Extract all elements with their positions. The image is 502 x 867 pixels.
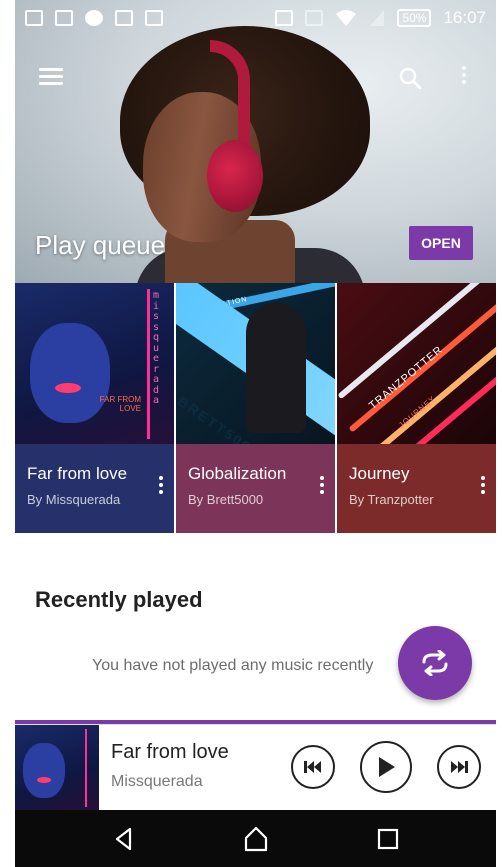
- album-title: Globalization: [188, 464, 287, 483]
- headphones-earcup: [207, 140, 263, 212]
- nfc-icon: [275, 10, 294, 26]
- skip-previous-icon: [304, 761, 321, 773]
- image-icon: [25, 10, 43, 26]
- play-queue-title: Play queue: [35, 230, 166, 260]
- status-bar: 50% 16:07: [15, 0, 496, 36]
- back-icon[interactable]: [111, 826, 137, 852]
- sim-icon: [305, 10, 324, 26]
- next-track-button[interactable]: [437, 745, 481, 789]
- album-title: Journey: [349, 464, 410, 483]
- search-icon[interactable]: [398, 66, 422, 90]
- info-icon: [85, 10, 103, 26]
- hamburger-menu-icon[interactable]: [39, 68, 63, 86]
- album-tile[interactable]: GLOBALIZATION BRETT5000 Globalization By…: [176, 283, 335, 533]
- album-art-subtitle: FAR FROM LOVE: [99, 395, 141, 413]
- album-tile[interactable]: TRANZPOTTER JOURNEY Journey By Tranzpott…: [337, 283, 496, 533]
- play-icon: [379, 757, 395, 777]
- album-more-icon[interactable]: [319, 476, 325, 498]
- album-more-icon[interactable]: [158, 476, 164, 498]
- mail-icon: [55, 10, 73, 26]
- signal-icon: [370, 10, 385, 26]
- battery-indicator: 50%: [397, 9, 432, 27]
- album-art-text: missquerada: [153, 290, 160, 406]
- clipboard-icon: [115, 10, 133, 26]
- now-playing-title: Far from love: [111, 741, 229, 763]
- album-art: missquerada FAR FROM LOVE: [15, 283, 174, 444]
- album-title: Far from love: [27, 464, 128, 483]
- play-queue-header[interactable]: 50% 16:07 Play queue OPEN: [15, 0, 496, 283]
- home-icon[interactable]: [243, 826, 269, 852]
- play-button[interactable]: [360, 741, 412, 793]
- app-toolbar: [15, 58, 496, 98]
- album-tile[interactable]: missquerada FAR FROM LOVE Far from love …: [15, 283, 174, 533]
- recently-played-empty-text: You have not played any music recently: [92, 657, 374, 674]
- recent-apps-icon[interactable]: [375, 826, 401, 852]
- album-more-icon[interactable]: [480, 476, 486, 498]
- system-navigation-bar: [15, 810, 496, 867]
- album-art: TRANZPOTTER JOURNEY: [337, 283, 496, 444]
- album-info: Journey By Tranzpotter: [337, 444, 496, 533]
- shuffle-icon: [422, 650, 448, 676]
- now-playing-artist: Missquerada: [111, 773, 203, 790]
- album-art-subtitle: JOURNEY: [397, 393, 438, 430]
- album-artist: By Missquerada: [27, 492, 121, 507]
- album-grid: missquerada FAR FROM LOVE Far from love …: [15, 283, 496, 533]
- overflow-menu-icon[interactable]: [460, 66, 468, 90]
- shuffle-button[interactable]: [398, 626, 472, 700]
- album-artist: By Brett5000: [188, 492, 264, 507]
- now-playing-bar[interactable]: Far from love Missquerada: [15, 724, 496, 811]
- wifi-icon: [336, 10, 357, 26]
- album-info: Far from love By Missquerada: [15, 444, 174, 533]
- recently-played-heading: Recently played: [35, 587, 203, 612]
- previous-track-button[interactable]: [291, 745, 335, 789]
- album-artist: By Tranzpotter: [349, 492, 434, 507]
- clipboard-check-icon: [145, 10, 163, 26]
- album-info: Globalization By Brett5000: [176, 444, 335, 533]
- skip-next-icon: [451, 761, 468, 773]
- album-art: GLOBALIZATION BRETT5000: [176, 283, 335, 444]
- clock: 16:07: [443, 8, 486, 27]
- open-button[interactable]: OPEN: [409, 226, 473, 260]
- now-playing-album-art: [15, 725, 99, 811]
- music-app-screen: 50% 16:07 Play queue OPEN missquerada FA…: [15, 0, 496, 867]
